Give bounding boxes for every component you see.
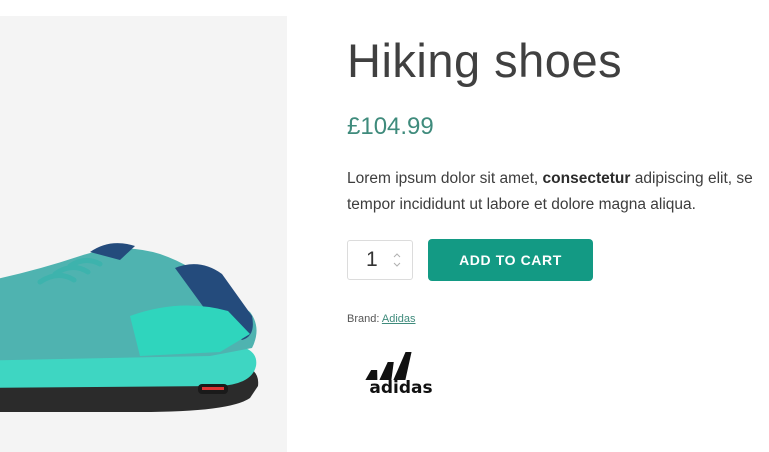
- quantity-arrows[interactable]: [392, 250, 402, 272]
- brand-label: Brand:: [347, 313, 380, 325]
- product-description: Lorem ipsum dolor sit amet, consectetur …: [347, 166, 769, 218]
- add-to-cart-button[interactable]: ADD TO CART: [428, 239, 593, 281]
- adidas-logo-text: adidas: [369, 378, 432, 398]
- product-image-panel[interactable]: [0, 16, 287, 452]
- description-text: Lorem ipsum dolor sit amet,: [347, 170, 543, 187]
- quantity-stepper[interactable]: 1: [347, 240, 413, 280]
- product-title: Hiking shoes: [347, 34, 623, 87]
- adidas-logo[interactable]: adidas: [361, 346, 441, 398]
- description-bold-text: consectetur: [542, 170, 631, 187]
- quantity-up-arrow-icon[interactable]: [392, 250, 402, 260]
- product-price: £104.99: [347, 113, 434, 140]
- quantity-value[interactable]: 1: [366, 248, 378, 272]
- description-line2: tempor incididunt ut labore et dolore ma…: [347, 196, 696, 213]
- brand-link[interactable]: Adidas: [382, 313, 416, 325]
- shoe-image: [0, 243, 259, 412]
- quantity-down-arrow-icon[interactable]: [392, 260, 402, 270]
- brand-line: Brand: Adidas: [347, 313, 416, 325]
- description-text-cont: adipiscing elit, se: [630, 170, 753, 187]
